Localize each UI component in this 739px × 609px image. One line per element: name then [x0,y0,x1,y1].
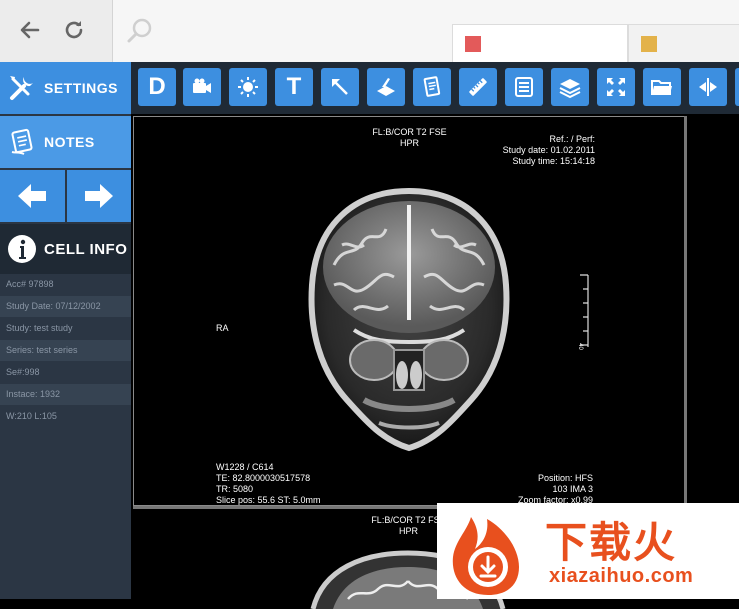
cell-info-list: Acc# 97898 Study Date: 07/12/2002 Study:… [0,274,131,428]
back-arrow-icon [20,21,40,39]
info-instance: Instace: 1932 [0,384,131,406]
scan-button[interactable] [367,68,405,106]
text-tool-label: T [286,73,302,100]
back-button[interactable] [16,16,44,44]
watermark-chinese-text: 下载火 [545,519,678,566]
series-title: FL:B/COR T2 FSE [372,127,447,137]
flip-horizontal-button[interactable] [689,68,727,106]
ruler-button[interactable] [459,68,497,106]
scan-icon [377,78,395,96]
image-number-label: 103 IMA 3 [552,484,593,494]
notes-label: NOTES [44,134,95,150]
info-accession: Acc# 97898 [0,274,131,296]
arrow-right-icon [84,184,113,208]
report-button[interactable] [413,68,451,106]
brightness-icon [238,77,258,97]
notes-button[interactable]: NOTES [0,116,131,170]
sidebar: SETTINGS NOTES CELL INFO Acc# 97898 Stud… [0,62,131,599]
settings-button[interactable]: SETTINGS [0,62,131,116]
reload-button[interactable] [60,16,88,44]
tab-favicon [465,36,481,52]
previous-button[interactable] [0,170,65,222]
orientation-left: RA [216,323,229,333]
reload-icon [65,21,83,39]
window-center-label: W1228 / C614 [216,462,274,472]
video-camera-icon [193,78,211,93]
study-date-label: Study date: 01.02.2011 [502,145,595,155]
cine-button[interactable] [183,68,221,106]
position-label: Position: HFS [537,473,593,483]
te-label: TE: 82.8000030517578 [216,473,311,483]
browser-tab-1[interactable] [452,24,628,63]
study-time-label: Study time: 15:14:18 [512,156,595,166]
tab-favicon [641,36,657,52]
notes-icon [0,128,44,156]
browser-nav [0,0,113,62]
viewport-cell-right[interactable] [684,116,739,504]
layers-icon [559,79,581,99]
orientation-top: HPR [399,138,419,148]
navigation-arrows [0,170,131,222]
notes-icon [423,76,441,97]
list-button[interactable] [505,68,543,106]
ruler-icon [469,78,487,96]
pointer-arrow-icon [332,79,348,95]
tools-icon [0,73,44,103]
folder-icon [651,80,672,95]
scale-bar [580,274,589,347]
tr-label: TR: 5080 [216,484,254,494]
browser-bar [0,0,739,63]
d-tool-label: D [148,73,166,100]
info-series-number: Se#:998 [0,362,131,384]
viewport-cell-main[interactable]: FL:B/COR T2 FSE HPR Ref.: / Perf: Study … [133,116,686,506]
list-icon [515,77,533,97]
info-icon [0,233,44,265]
info-study-date: Study Date: 07/12/2002 [0,296,131,318]
cell-info-label: CELL INFO [44,240,128,258]
d-tool-button[interactable]: D [138,68,176,106]
info-series: Series: test series [0,340,131,362]
scale-label: 40 [576,343,583,350]
search-icon [127,18,152,43]
open-folder-button[interactable] [643,68,681,106]
flip-vertical-button[interactable] [735,68,739,106]
window-level-button[interactable] [229,68,267,106]
pointer-button[interactable] [321,68,359,106]
ref-perf-label: Ref.: / Perf: [549,134,595,144]
fullscreen-button[interactable] [597,68,635,106]
mri-brain-image [308,187,510,452]
fullscreen-icon [607,78,625,96]
layers-button[interactable] [551,68,589,106]
info-study: Study: test study [0,318,131,340]
watermark-url-text: xiazaihuo.com [549,565,694,587]
text-tool-button[interactable]: T [275,68,313,106]
cell-info-button[interactable]: CELL INFO [0,224,131,274]
settings-label: SETTINGS [44,80,119,96]
arrow-left-icon [18,184,47,208]
flame-logo-icon [452,517,519,595]
next-button[interactable] [64,170,131,222]
toolbar: D T [131,62,739,114]
watermark: 下载火 xiazaihuo.com [437,503,739,599]
info-window-level: W:210 L:105 [0,406,131,428]
flip-horizontal-icon [699,78,717,96]
slice-position-label: Slice pos: 55.6 ST: 5.0mm [216,495,321,505]
browser-tab-2[interactable] [628,24,739,63]
